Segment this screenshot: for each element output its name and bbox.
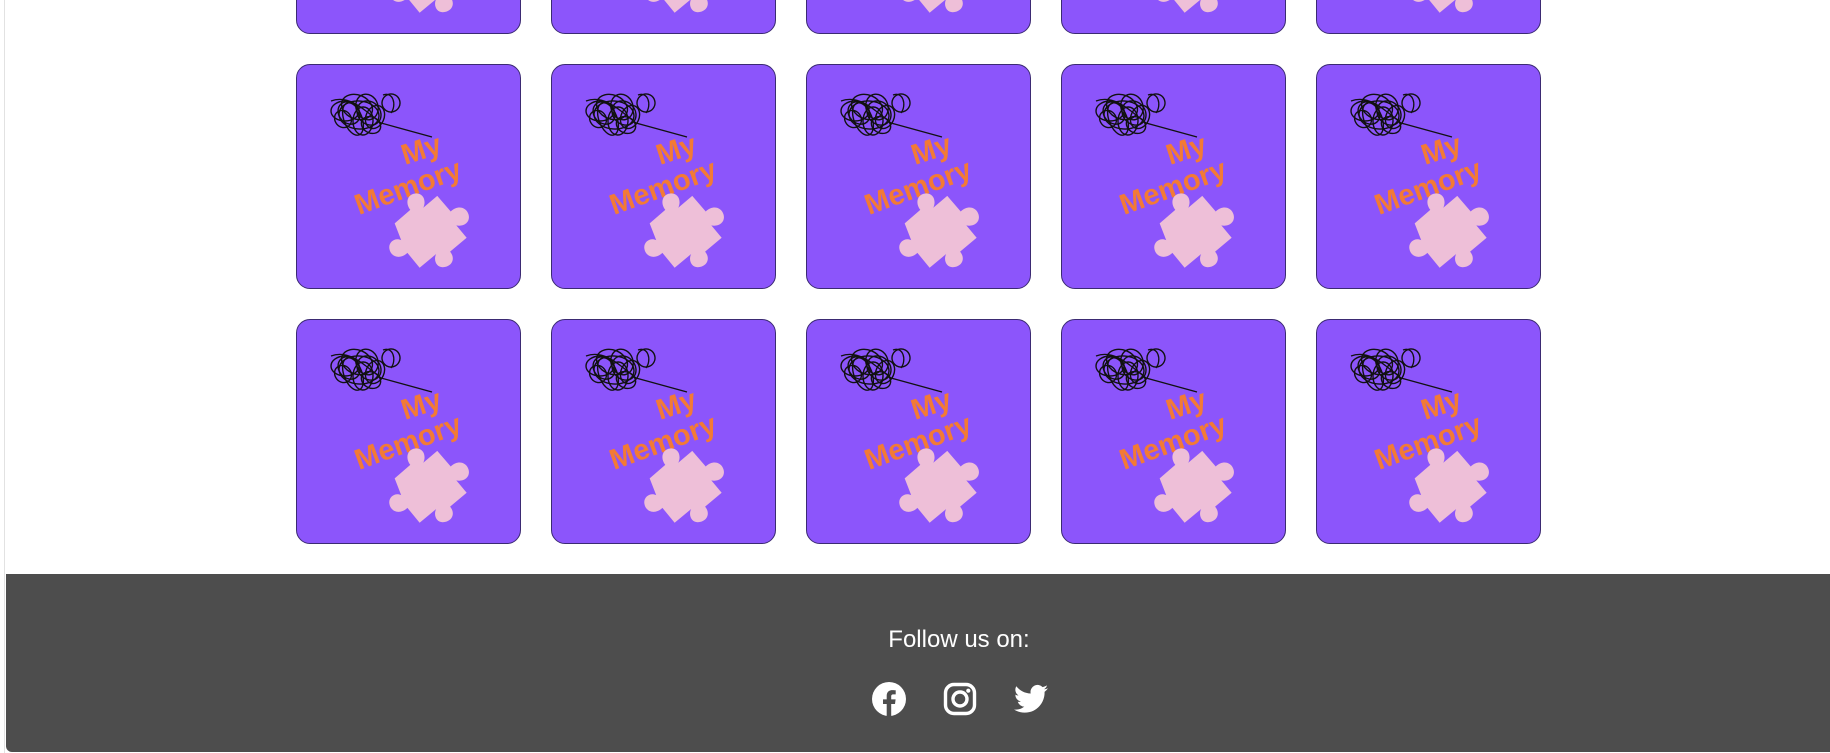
- twitter-icon: [1014, 684, 1048, 713]
- memory-logo-icon: MyMemory: [899, 0, 979, 13]
- follow-us-text: Follow us on:: [888, 626, 1030, 653]
- facebook-icon: [872, 682, 906, 717]
- memory-card[interactable]: MyMemory: [296, 319, 521, 544]
- memory-card[interactable]: MyMemory: [806, 64, 1031, 289]
- memory-logo-icon: MyMemory: [585, 348, 724, 523]
- memory-logo-icon: MyMemory: [585, 93, 724, 268]
- memory-logo-icon: MyMemory: [1409, 0, 1489, 13]
- memory-logo-icon: MyMemory: [1095, 348, 1234, 523]
- twitter-link[interactable]: [1013, 681, 1049, 717]
- memory-logo-icon: MyMemory: [330, 348, 469, 523]
- memory-card[interactable]: MyMemory: [1316, 0, 1541, 34]
- memory-card[interactable]: MyMemory: [551, 0, 776, 34]
- memory-card-grid: My Memory My Memory My Memory My Memory My Memory…: [296, 0, 1541, 544]
- facebook-link[interactable]: [871, 681, 907, 717]
- page: My Memory My Memory My Memory My Memory My Memory…: [0, 0, 1830, 753]
- memory-card[interactable]: MyMemory: [551, 319, 776, 544]
- memory-logo-icon: MyMemory: [1095, 93, 1234, 268]
- memory-card[interactable]: MyMemory: [296, 0, 521, 34]
- memory-logo-icon: MyMemory: [840, 93, 979, 268]
- memory-card[interactable]: MyMemory: [1316, 319, 1541, 544]
- memory-card[interactable]: MyMemory: [1061, 319, 1286, 544]
- memory-logo-icon: MyMemory: [1154, 0, 1234, 13]
- footer: Follow us on:: [6, 574, 1830, 752]
- memory-card[interactable]: MyMemory: [551, 64, 776, 289]
- memory-card[interactable]: MyMemory: [296, 64, 521, 289]
- memory-card[interactable]: MyMemory: [1061, 64, 1286, 289]
- memory-logo-icon: MyMemory: [389, 0, 469, 13]
- social-links: [871, 681, 1049, 717]
- memory-logo-icon: MyMemory: [1350, 93, 1489, 268]
- memory-card[interactable]: MyMemory: [1316, 64, 1541, 289]
- memory-card[interactable]: MyMemory: [806, 0, 1031, 34]
- memory-logo-icon: MyMemory: [644, 0, 724, 13]
- memory-logo-icon: MyMemory: [330, 93, 469, 268]
- memory-card[interactable]: MyMemory: [806, 319, 1031, 544]
- instagram-icon: [943, 682, 977, 716]
- left-edge: [0, 0, 5, 753]
- memory-card[interactable]: MyMemory: [1061, 0, 1286, 34]
- memory-logo-icon: MyMemory: [1350, 348, 1489, 523]
- memory-logo-icon: MyMemory: [840, 348, 979, 523]
- instagram-link[interactable]: [942, 681, 978, 717]
